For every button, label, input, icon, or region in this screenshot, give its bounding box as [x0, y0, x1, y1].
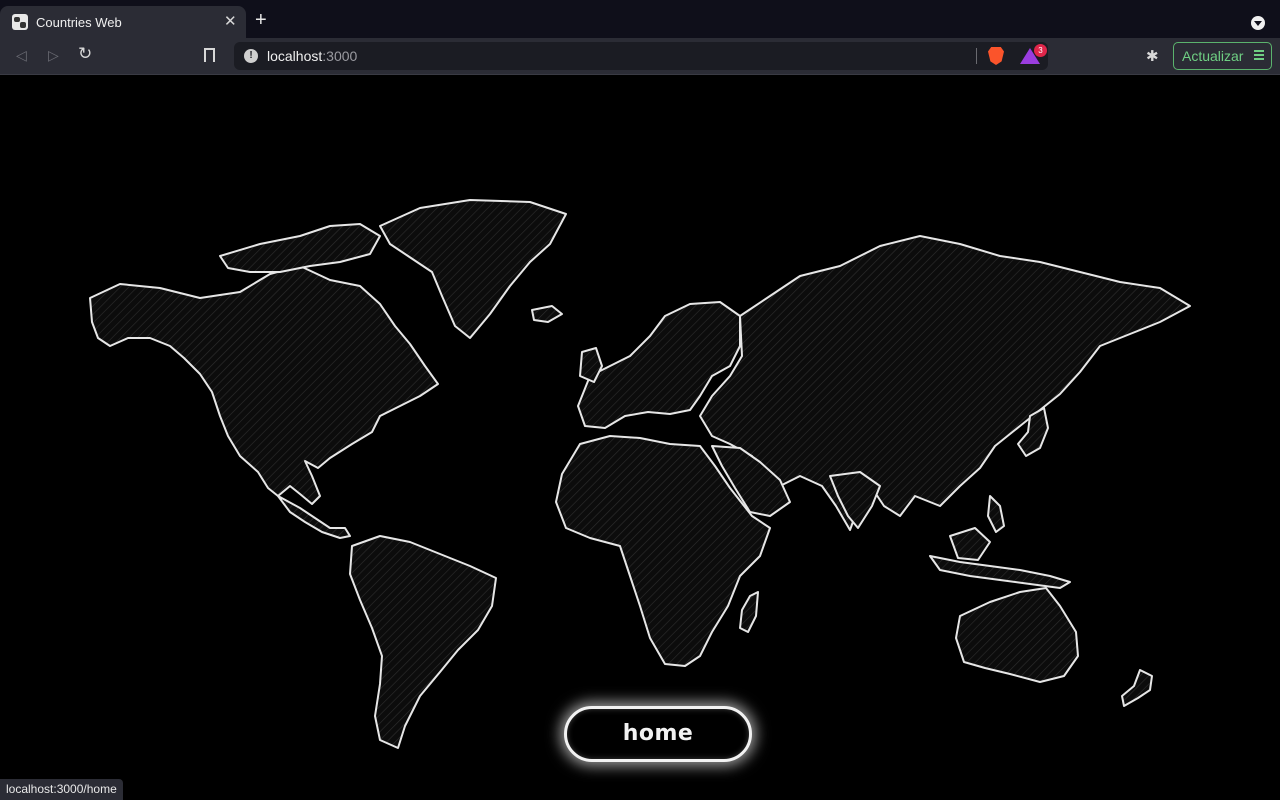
brave-shields-icon[interactable] — [988, 47, 1004, 65]
iceland-shape — [531, 305, 563, 323]
update-button[interactable]: Actualizar — [1173, 42, 1272, 70]
new-tab-button[interactable]: + — [255, 10, 267, 30]
page-content: home — [0, 76, 1280, 800]
north-america-shape — [89, 265, 439, 505]
tab-strip: Countries Web ✕ + — [0, 0, 1280, 38]
site-info-icon[interactable]: ! — [244, 49, 258, 63]
status-bar-url: localhost:3000/home — [0, 779, 123, 800]
world-map — [89, 199, 1191, 749]
tab-countries-web[interactable]: Countries Web ✕ — [0, 6, 246, 38]
tab-search-dropdown-icon[interactable] — [1251, 16, 1265, 30]
madagascar-shape — [739, 591, 759, 633]
rewards-badge: 3 — [1034, 44, 1047, 57]
globe-map-icon — [12, 14, 28, 30]
bookmark-icon[interactable] — [204, 48, 215, 62]
forward-icon[interactable]: ▷ — [48, 47, 59, 64]
new-zealand-shape — [1121, 669, 1153, 707]
address-bar[interactable]: ! localhost:3000 3 — [234, 42, 1048, 70]
url-host: localhost — [267, 48, 323, 64]
australia-shape — [955, 587, 1079, 683]
tab-title: Countries Web — [36, 15, 122, 30]
indonesia-shape — [929, 555, 1071, 589]
url-port: :3000 — [322, 48, 358, 64]
browser-toolbar: ◁ ▷ ↻ ! localhost:3000 3 ✱ Actualizar — [0, 38, 1280, 75]
url-text[interactable]: localhost:3000 — [267, 48, 357, 64]
philippines-shape — [987, 495, 1005, 533]
reload-icon[interactable]: ↻ — [78, 44, 92, 64]
close-icon[interactable]: ✕ — [224, 12, 237, 30]
address-divider — [976, 48, 977, 64]
borneo-shape — [949, 527, 991, 561]
extensions-puzzle-icon[interactable]: ✱ — [1146, 47, 1159, 65]
arctic-islands-shape — [219, 223, 381, 273]
update-label: Actualizar — [1182, 48, 1244, 64]
back-icon[interactable]: ◁ — [16, 47, 27, 64]
south-america-shape — [349, 535, 497, 749]
hamburger-menu-icon — [1254, 50, 1264, 60]
home-button[interactable]: home — [564, 706, 752, 762]
